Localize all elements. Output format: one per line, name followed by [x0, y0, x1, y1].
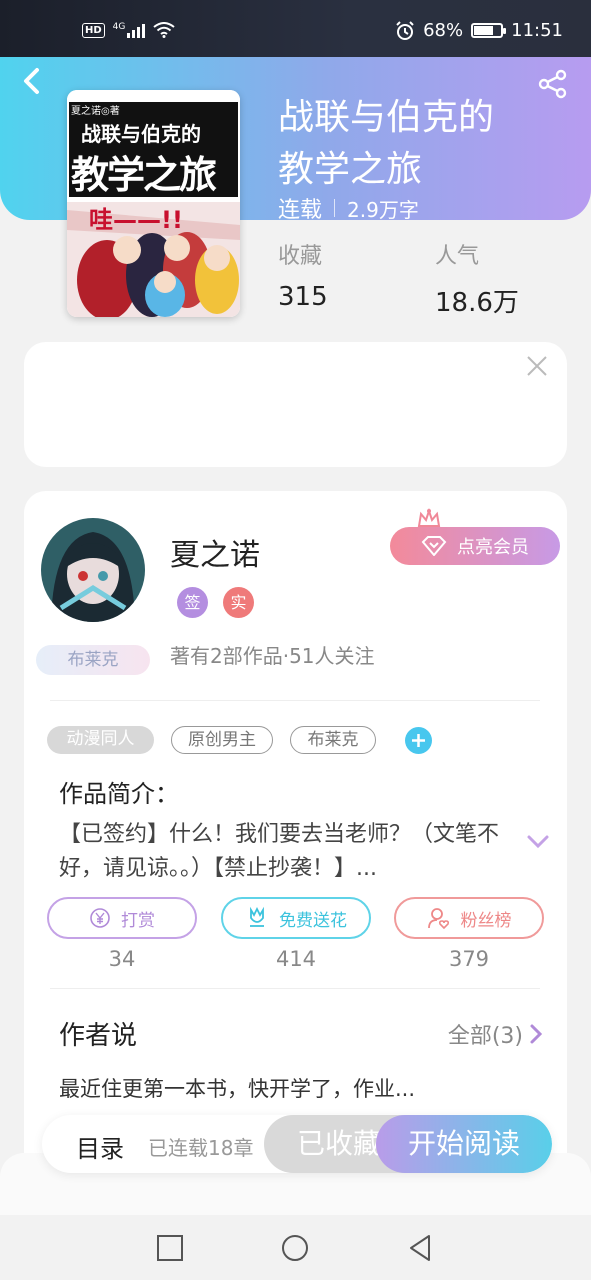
favorites-label: 收藏 — [278, 244, 323, 269]
intro-title: 作品简介： — [59, 780, 179, 808]
book-title-line1: 战联与伯克的 — [278, 97, 495, 138]
vip-button-label: 点亮会员 — [457, 537, 529, 558]
fan-heart-icon — [427, 908, 449, 930]
intro-text: 【已签约】什么！我们要去当老师？（文笔不好，请见谅。。）【禁止抄袭！】... — [59, 822, 500, 881]
divider — [50, 700, 540, 701]
fan-count: 379 — [448, 947, 490, 971]
tip-button[interactable]: 打赏 — [47, 897, 197, 939]
back-button[interactable] — [18, 66, 52, 100]
diamond-icon — [421, 536, 447, 556]
bottom-action-bar: 目录 已连载18章 已收藏 开始阅读 — [42, 1115, 552, 1173]
serial-status: 连载 — [278, 198, 323, 223]
word-count: 2.9万字 — [347, 197, 419, 222]
book-cover[interactable]: 夏之诺◎著 战联与伯克的 教学之旅 哇——!! — [67, 90, 240, 317]
yen-coin-icon — [90, 908, 110, 928]
battery-icon — [471, 23, 507, 38]
verified-badge: 实 — [223, 587, 254, 618]
book-title: 战联与伯克的 教学之旅 — [278, 92, 578, 196]
system-nav-bar — [0, 1215, 591, 1280]
cover-title-big: 教学之旅 — [71, 153, 217, 197]
author-says-title: 作者说 — [59, 1021, 138, 1051]
back-nav-icon[interactable] — [405, 1233, 435, 1263]
clock: 11:51 — [511, 20, 563, 41]
book-title-line2: 教学之旅 — [278, 149, 423, 190]
network-type: 4G — [112, 22, 126, 32]
cover-title-top: 战联与伯克的 — [81, 122, 201, 146]
chevron-right-icon — [530, 1024, 543, 1044]
favorites-value: 315 — [278, 282, 328, 312]
author-stats: 著有2部作品·51人关注 — [170, 644, 375, 668]
tag-item[interactable]: 动漫同人 — [47, 726, 154, 754]
chevron-left-icon — [24, 68, 39, 94]
toc-button[interactable]: 目录 — [76, 1129, 124, 1164]
tag-item[interactable]: 原创男主 — [171, 726, 273, 754]
cover-author-mark: 夏之诺◎著 — [71, 106, 120, 117]
banner-card — [24, 342, 567, 467]
author-avatar[interactable] — [41, 518, 145, 622]
plus-icon — [412, 734, 425, 747]
vip-button[interactable]: 点亮会员 — [390, 527, 560, 565]
avatar-image — [41, 518, 145, 622]
add-tag-button[interactable] — [405, 727, 432, 754]
start-reading-button[interactable]: 开始阅读 — [376, 1115, 552, 1173]
divider — [50, 988, 540, 989]
cover-sound-text: 哇——!! — [89, 206, 183, 234]
recent-apps-icon[interactable] — [155, 1233, 185, 1263]
signal-icon: 4G — [113, 22, 146, 38]
flower-icon — [250, 906, 264, 927]
battery-percent: 68% — [423, 20, 464, 41]
author-says-text[interactable]: 最近住更第一本书，快开学了，作业... — [59, 1073, 415, 1103]
wifi-icon — [153, 22, 175, 38]
meta-divider — [334, 199, 336, 217]
chapter-count[interactable]: 已连载18章 — [148, 1132, 253, 1161]
home-icon[interactable] — [280, 1233, 310, 1263]
popularity-stat: 人气 18.6万 — [435, 238, 519, 319]
author-says-all-label: 全部(3) — [447, 1024, 523, 1049]
send-flower-button[interactable]: 免费送花 — [221, 897, 371, 939]
tip-count: 34 — [108, 947, 136, 971]
tag-item[interactable]: 布莱克 — [290, 726, 376, 754]
send-flower-label: 免费送花 — [279, 910, 347, 931]
fan-badge: 布莱克 — [36, 645, 150, 675]
fan-ranking-button[interactable]: 粉丝榜 — [394, 897, 544, 939]
book-meta: 连载 2.9万字 — [278, 192, 419, 224]
crown-icon — [417, 508, 441, 527]
signed-badge: 签 — [177, 587, 208, 618]
alarm-icon — [396, 20, 414, 40]
author-name[interactable]: 夏之诺 — [170, 530, 260, 574]
flower-count: 414 — [275, 947, 317, 971]
close-banner-button[interactable] — [525, 354, 549, 384]
tip-label: 打赏 — [121, 910, 155, 931]
close-icon — [527, 356, 547, 376]
popularity-label: 人气 — [435, 244, 480, 269]
chevron-down-icon[interactable] — [526, 832, 550, 852]
status-bar: HD 4G 68% 11:51 — [0, 0, 591, 60]
favorites-stat: 收藏 315 — [278, 238, 328, 312]
fan-ranking-label: 粉丝榜 — [460, 910, 512, 931]
hd-indicator: HD — [82, 22, 105, 38]
popularity-value: 18.6万 — [435, 288, 519, 318]
author-says-all-link[interactable]: 全部(3) — [448, 1018, 543, 1050]
